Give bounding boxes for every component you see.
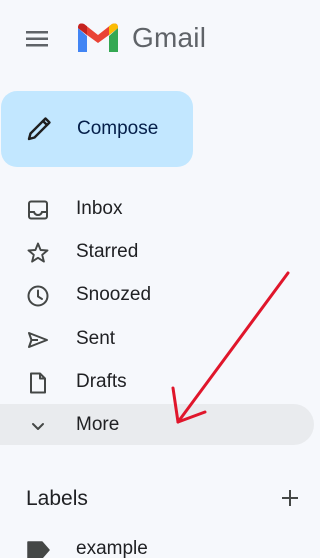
label-item-label: example (76, 538, 148, 558)
pencil-icon (24, 114, 54, 144)
label-item-example[interactable]: example (0, 532, 314, 558)
star-icon (26, 241, 50, 265)
header: Gmail (0, 0, 319, 78)
gmail-wordmark: Gmail (132, 22, 207, 53)
nav-item-label: Inbox (76, 198, 123, 219)
plus-icon[interactable] (278, 486, 302, 510)
nav-item-starred[interactable]: Starred (0, 231, 314, 272)
nav-item-label: Drafts (76, 371, 127, 392)
nav-item-label: Sent (76, 328, 116, 349)
send-icon (26, 328, 50, 352)
nav-item-label: Snoozed (76, 284, 152, 305)
nav-item-inbox[interactable]: Inbox (0, 188, 314, 229)
gmail-logo-icon[interactable] (76, 20, 120, 56)
nav-item-snoozed[interactable]: Snoozed (0, 274, 314, 315)
labels-heading: Labels (26, 487, 88, 510)
clock-icon (26, 284, 50, 308)
compose-label: Compose (77, 118, 159, 139)
nav-item-label: More (76, 414, 120, 435)
compose-button[interactable]: Compose (1, 91, 193, 167)
label-tag-icon (26, 540, 52, 558)
hamburger-menu-icon[interactable] (22, 25, 54, 53)
nav-item-sent[interactable]: Sent (0, 318, 314, 359)
gmail-sidebar: Gmail Compose Inbox Starred Snoozed Sent… (0, 0, 319, 558)
nav-item-label: Starred (76, 241, 139, 262)
draft-icon (26, 371, 50, 395)
chevron-down-icon (26, 414, 50, 438)
inbox-icon (26, 198, 50, 222)
nav-item-drafts[interactable]: Drafts (0, 361, 314, 402)
nav-item-more[interactable]: More (0, 404, 314, 445)
